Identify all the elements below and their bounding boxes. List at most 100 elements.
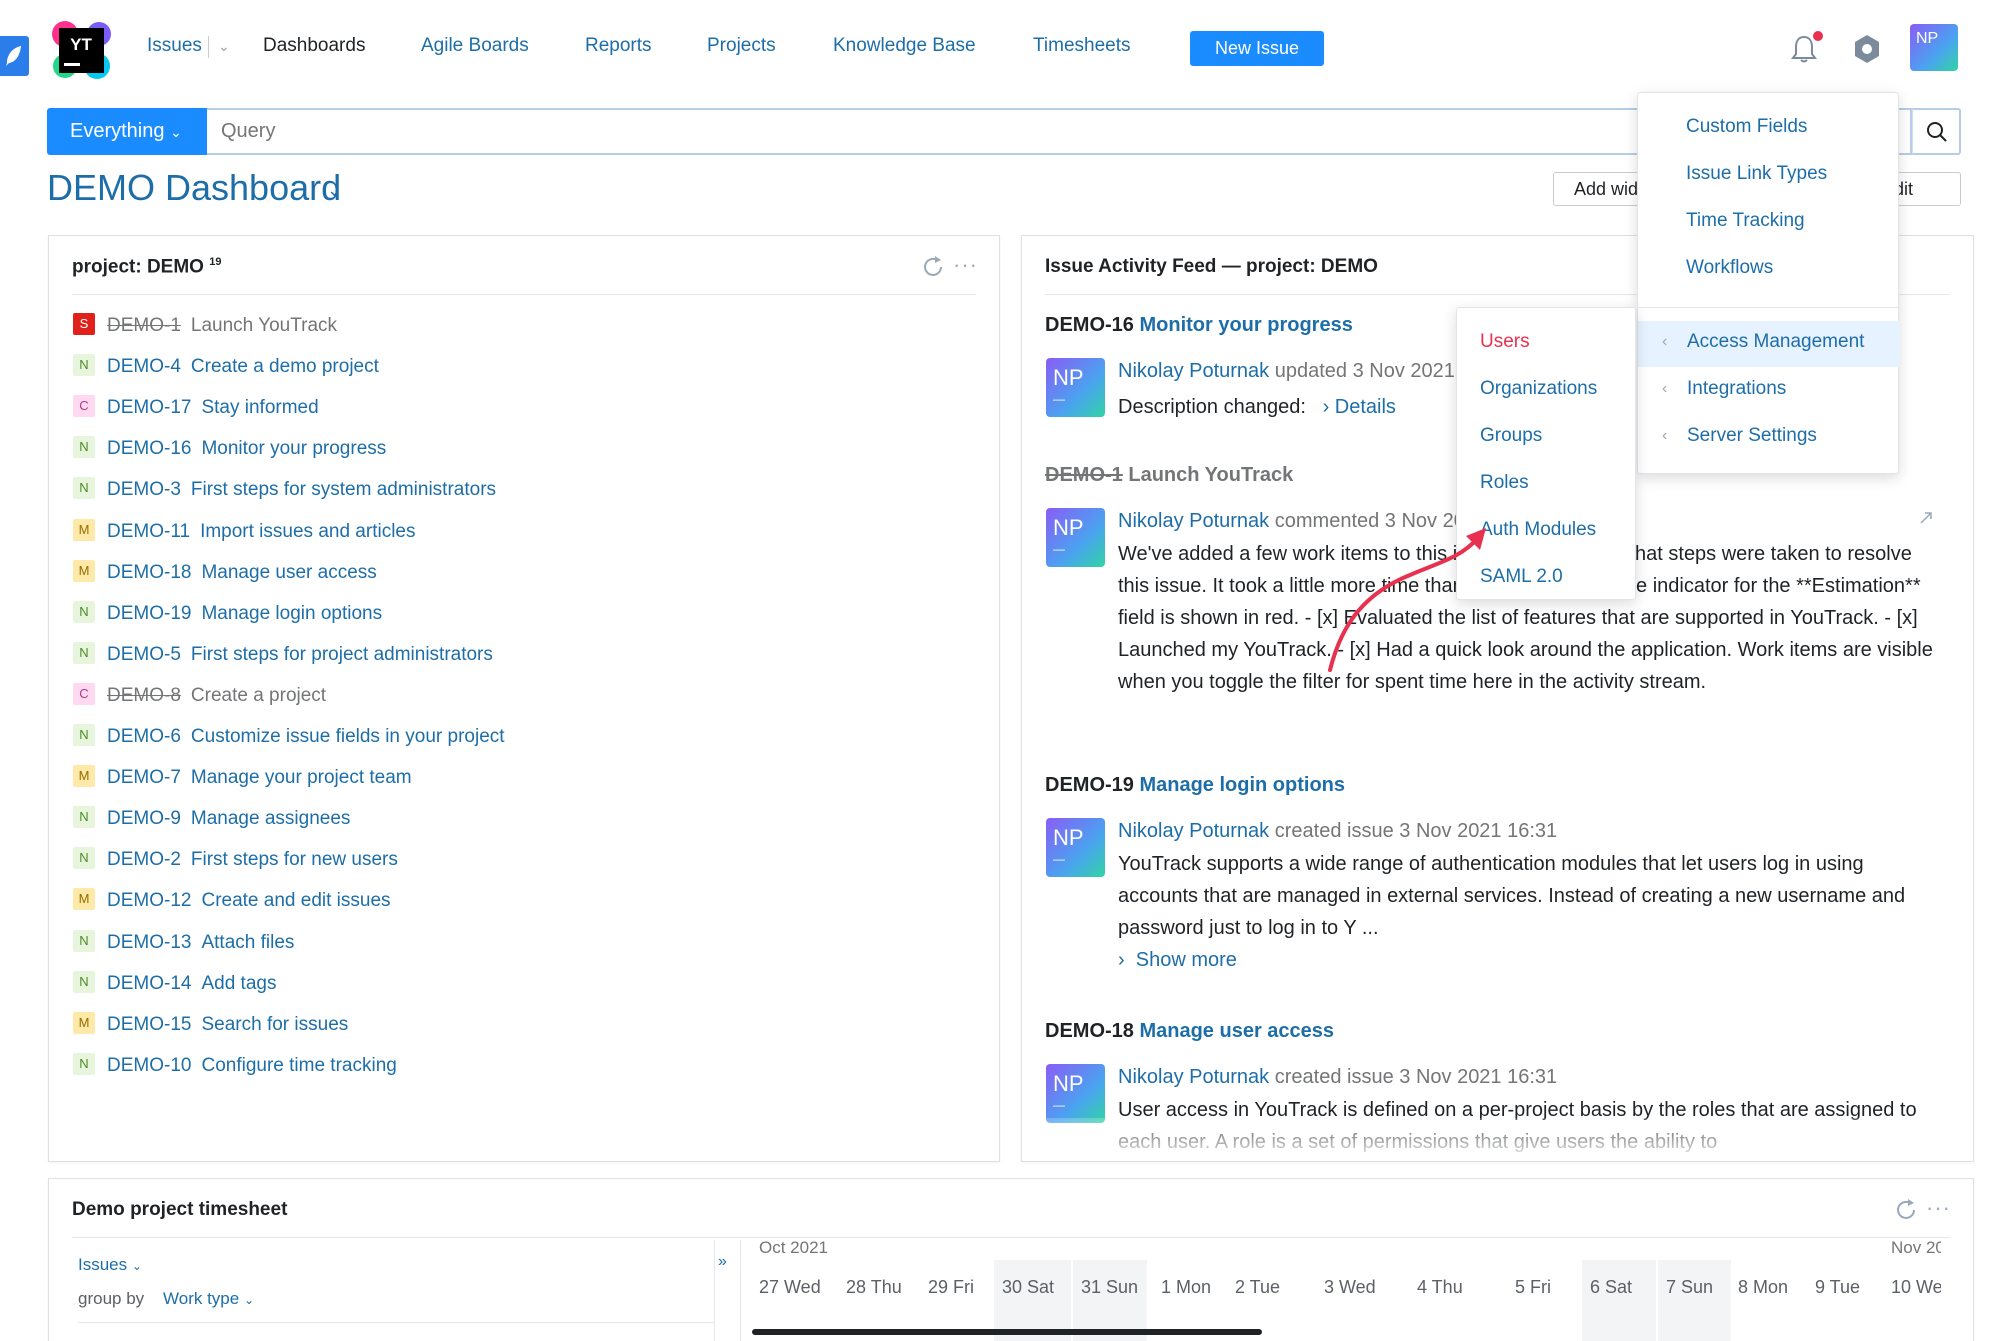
- issue-id-link[interactable]: DEMO-4: [107, 356, 181, 377]
- sidebar-toggle[interactable]: [0, 36, 29, 76]
- nav-knowledge-base[interactable]: Knowledge Base: [833, 35, 976, 57]
- issue-row[interactable]: N DEMO-16 Monitor your progress: [73, 436, 386, 468]
- nav-reports[interactable]: Reports: [585, 35, 652, 57]
- chevron-down-icon[interactable]: ⌄: [218, 38, 230, 55]
- menu-item-issue-link-types[interactable]: Issue Link Types: [1686, 163, 1827, 185]
- menu-item-server-settings[interactable]: Server Settings: [1687, 425, 1817, 447]
- issue-id-link[interactable]: DEMO-9: [107, 808, 181, 829]
- issue-row[interactable]: M DEMO-7 Manage your project team: [73, 765, 412, 797]
- issue-row[interactable]: N DEMO-19 Manage login options: [73, 600, 382, 633]
- issue-summary-link[interactable]: Manage your project team: [191, 767, 412, 788]
- issue-summary-link[interactable]: Search for issues: [201, 1014, 348, 1035]
- issue-summary-link[interactable]: First steps for project administrators: [191, 644, 493, 665]
- issue-id-link[interactable]: DEMO-8: [107, 685, 181, 706]
- issue-row[interactable]: M DEMO-11 Import issues and articles: [73, 518, 415, 551]
- issue-id-link[interactable]: DEMO-13: [107, 932, 191, 953]
- menu-item-roles[interactable]: Roles: [1480, 472, 1529, 494]
- more-icon[interactable]: ···: [953, 252, 978, 278]
- issue-row[interactable]: N DEMO-14 Add tags: [73, 970, 276, 1003]
- issue-summary-link[interactable]: Create and edit issues: [201, 890, 390, 911]
- feed-issue-link[interactable]: Manage login options: [1139, 774, 1345, 796]
- nav-timesheets[interactable]: Timesheets: [1033, 35, 1131, 57]
- issue-id-link[interactable]: DEMO-6: [107, 726, 181, 747]
- issue-id-link[interactable]: DEMO-16: [107, 438, 191, 459]
- feed-entry-title[interactable]: DEMO-16 Monitor your progress: [1045, 314, 1353, 337]
- issue-id-link[interactable]: DEMO-12: [107, 890, 191, 911]
- issue-summary-link[interactable]: Stay informed: [201, 397, 318, 418]
- issue-row[interactable]: C DEMO-8 Create a project: [73, 682, 326, 715]
- issue-row[interactable]: N DEMO-10 Configure time tracking: [73, 1052, 397, 1085]
- issue-row[interactable]: M DEMO-18 Manage user access: [73, 559, 377, 592]
- author-link[interactable]: Nikolay Poturnak: [1118, 1066, 1269, 1088]
- author-link[interactable]: Nikolay Poturnak: [1118, 360, 1269, 382]
- nav-agile-boards[interactable]: Agile Boards: [421, 35, 529, 57]
- search-scope-dropdown[interactable]: Everything ⌄: [47, 108, 207, 155]
- feed-issue-link[interactable]: Manage user access: [1139, 1020, 1334, 1042]
- issue-summary-link[interactable]: Monitor your progress: [201, 438, 386, 459]
- user-avatar[interactable]: NP: [1910, 24, 1958, 71]
- issue-row[interactable]: N DEMO-3 First steps for system administra…: [73, 477, 496, 509]
- author-link[interactable]: Nikolay Poturnak: [1118, 510, 1269, 532]
- issue-row[interactable]: S DEMO-1 Launch YouTrack: [73, 313, 337, 345]
- feed-issue-link[interactable]: Launch YouTrack: [1128, 464, 1293, 486]
- refresh-icon[interactable]: [1894, 1198, 1918, 1222]
- issue-summary-link[interactable]: Create a project: [191, 685, 326, 706]
- issue-summary-link[interactable]: Attach files: [201, 932, 294, 953]
- menu-item-groups[interactable]: Groups: [1480, 425, 1542, 447]
- issue-row[interactable]: C DEMO-17 Stay informed: [73, 395, 319, 427]
- menu-item-workflows[interactable]: Workflows: [1686, 257, 1773, 279]
- issue-summary-link[interactable]: Manage assignees: [191, 808, 351, 829]
- menu-item-custom-fields[interactable]: Custom Fields: [1686, 116, 1807, 138]
- details-link[interactable]: › Details: [1311, 396, 1396, 418]
- nav-dashboards[interactable]: Dashboards: [263, 35, 365, 57]
- feed-entry-title[interactable]: DEMO-19 Manage login options: [1045, 774, 1345, 797]
- issue-row[interactable]: N DEMO-13 Attach files: [73, 929, 294, 962]
- group-by-dropdown[interactable]: Work type ⌄: [163, 1289, 254, 1309]
- menu-item-access-management[interactable]: Access Management: [1687, 331, 1864, 353]
- youtrack-logo[interactable]: YT: [51, 20, 112, 80]
- issue-row[interactable]: M DEMO-15 Search for issues: [73, 1011, 348, 1044]
- issue-summary-link[interactable]: Add tags: [201, 973, 276, 994]
- issue-row[interactable]: N DEMO-6 Customize issue fields in your pr…: [73, 724, 505, 756]
- issue-id-link[interactable]: DEMO-14: [107, 973, 191, 994]
- horizontal-scrollbar[interactable]: [752, 1329, 1262, 1335]
- nav-projects[interactable]: Projects: [707, 35, 776, 57]
- menu-item-time-tracking[interactable]: Time Tracking: [1686, 210, 1805, 232]
- external-link-icon[interactable]: [1919, 511, 1933, 525]
- issue-row[interactable]: N DEMO-9 Manage assignees: [73, 806, 351, 838]
- issue-id-link[interactable]: DEMO-19: [107, 603, 191, 624]
- menu-item-organizations[interactable]: Organizations: [1480, 378, 1597, 400]
- issue-summary-link[interactable]: First steps for new users: [191, 849, 398, 870]
- expand-icon[interactable]: »: [718, 1253, 727, 1271]
- issue-id-link[interactable]: DEMO-7: [107, 767, 181, 788]
- menu-item-integrations[interactable]: Integrations: [1687, 378, 1786, 400]
- issue-row[interactable]: N DEMO-5 First steps for project administr…: [73, 641, 493, 674]
- issue-summary-link[interactable]: Launch YouTrack: [191, 315, 337, 336]
- gear-icon[interactable]: [1852, 33, 1882, 65]
- issue-summary-link[interactable]: Import issues and articles: [200, 521, 415, 542]
- issue-row[interactable]: M DEMO-12 Create and edit issues: [73, 888, 391, 920]
- refresh-icon[interactable]: [921, 255, 945, 279]
- issue-summary-link[interactable]: Customize issue fields in your project: [191, 726, 505, 747]
- nav-issues[interactable]: Issues: [147, 35, 202, 57]
- more-icon[interactable]: ···: [1926, 1195, 1951, 1221]
- dashboard-title[interactable]: DEMO Dashboard: [47, 167, 341, 209]
- issues-dropdown[interactable]: Issues ⌄: [78, 1255, 142, 1275]
- issue-summary-link[interactable]: Manage user access: [201, 562, 376, 583]
- issue-summary-link[interactable]: Create a demo project: [191, 356, 379, 377]
- feed-entry-title[interactable]: DEMO-1 Launch YouTrack: [1045, 464, 1293, 487]
- issue-id-link[interactable]: DEMO-18: [107, 562, 191, 583]
- issue-id-link[interactable]: DEMO-11: [107, 521, 190, 542]
- show-more-link[interactable]: › Show more: [1118, 944, 1948, 976]
- issue-id-link[interactable]: DEMO-17: [107, 397, 191, 418]
- issue-row[interactable]: N DEMO-2 First steps for new users: [73, 847, 398, 879]
- chevron-down-icon[interactable]: ⌄: [327, 180, 342, 201]
- menu-item-users[interactable]: Users: [1480, 331, 1530, 353]
- new-issue-button[interactable]: New Issue: [1190, 31, 1324, 66]
- issue-summary-link[interactable]: Manage login options: [201, 603, 382, 624]
- author-link[interactable]: Nikolay Poturnak: [1118, 820, 1269, 842]
- issue-id-link[interactable]: DEMO-3: [107, 479, 181, 500]
- issue-id-link[interactable]: DEMO-1: [107, 315, 181, 336]
- issue-summary-link[interactable]: First steps for system administrators: [191, 479, 496, 500]
- search-button[interactable]: [1912, 108, 1961, 155]
